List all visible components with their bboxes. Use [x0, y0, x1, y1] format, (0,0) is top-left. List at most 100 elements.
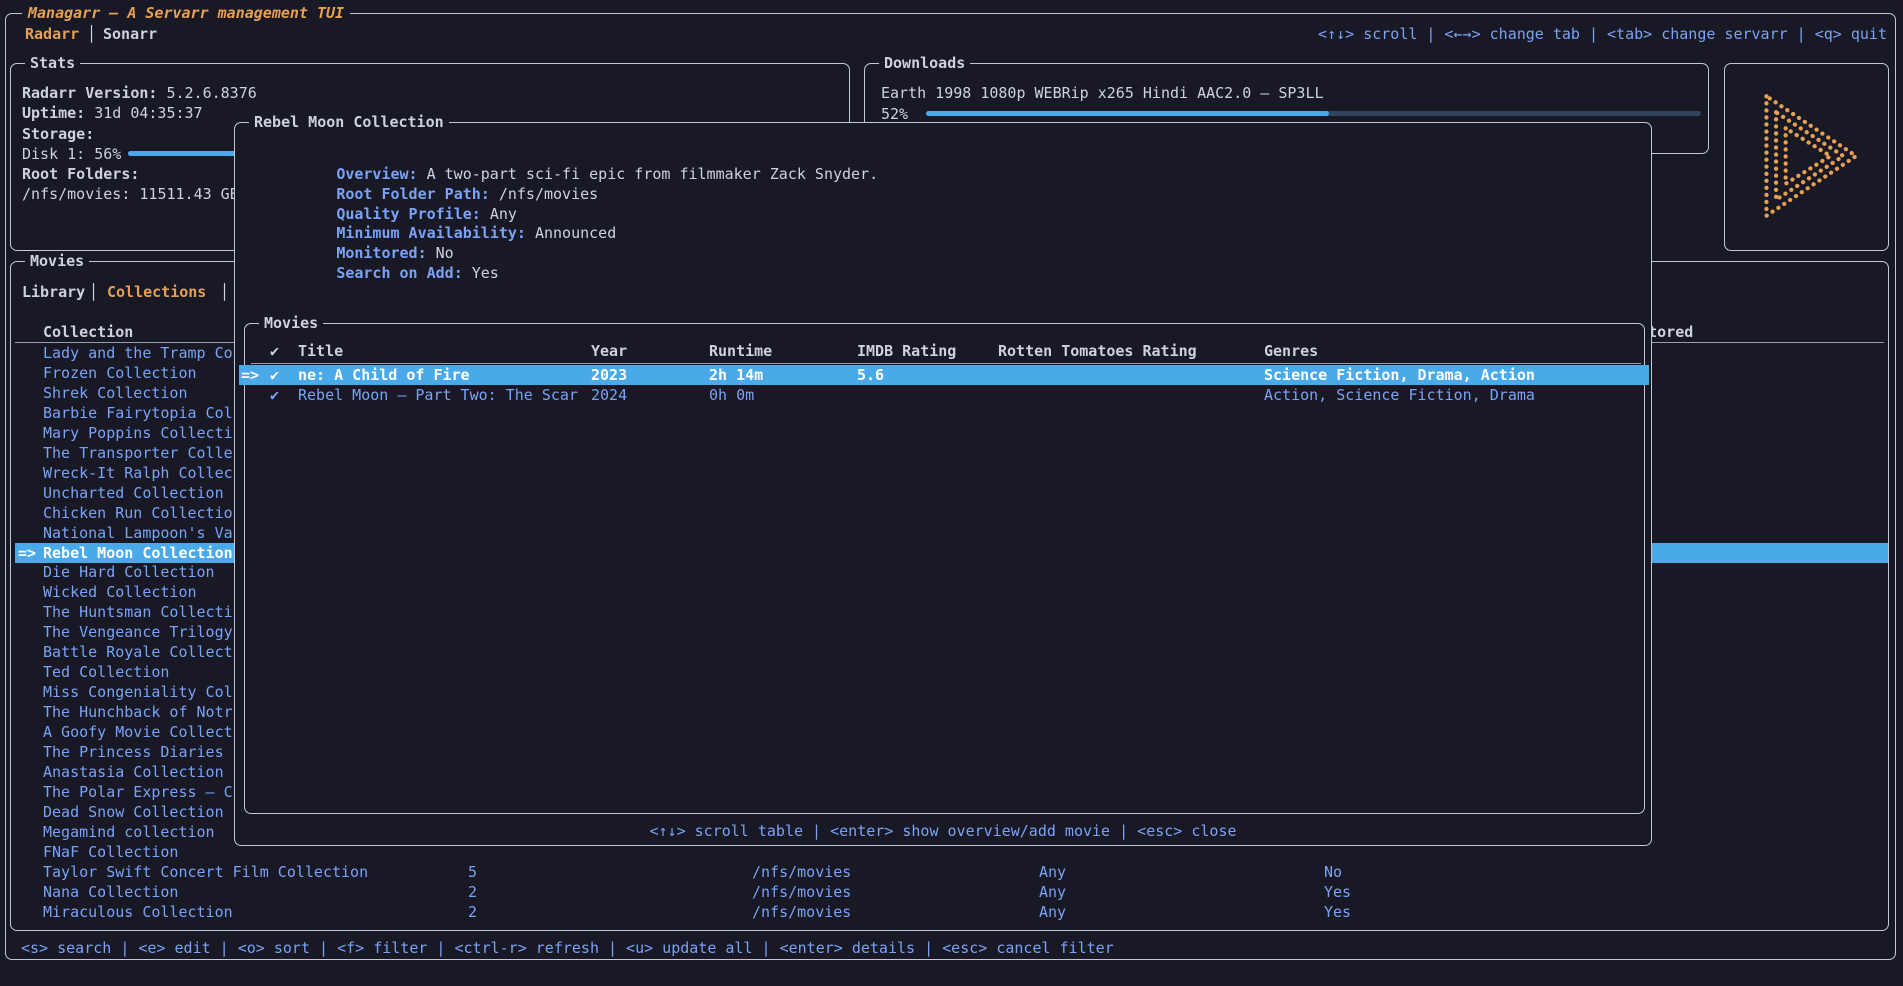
- movie-row[interactable]: => ✔ Rebel Moon – Part Two: The Scar 202…: [239, 385, 1649, 405]
- column-header-check: ✔: [270, 341, 279, 361]
- app-title: Managarr – A Servarr management TUI: [22, 3, 350, 23]
- download-progress-bar-fill: [926, 111, 1329, 116]
- collection-movie-count: 5: [468, 862, 477, 882]
- tab-separator: │: [89, 282, 98, 302]
- collection-name: Wicked Collection: [43, 582, 197, 602]
- download-progress-bar: [926, 111, 1701, 116]
- collection-quality-profile: Any: [1039, 882, 1066, 902]
- column-header-genres: Genres: [1264, 341, 1318, 361]
- collection-name: FNaF Collection: [43, 842, 178, 862]
- download-item-title: Earth 1998 1080p WEBRip x265 Hindi AAC2.…: [881, 83, 1324, 103]
- collection-row[interactable]: => Taylor Swift Concert Film Collection …: [15, 862, 1888, 882]
- header-divider: [251, 363, 1641, 364]
- stats-version-value: 5.2.6.8376: [166, 84, 256, 102]
- collection-name: Battle Royale Collect: [43, 642, 233, 662]
- collection-name: Die Hard Collection: [43, 562, 215, 582]
- collection-name: Frozen Collection: [43, 363, 197, 383]
- selected-row-indicator: =>: [241, 365, 259, 385]
- collection-name: Barbie Fairytopia Col: [43, 403, 233, 423]
- collection-name: Wreck-It Ralph Collec: [43, 463, 233, 483]
- movie-title: Rebel Moon – Part Two: The Scar: [298, 385, 578, 405]
- column-header-year: Year: [591, 341, 627, 361]
- movie-imdb-rating: 5.6: [857, 365, 884, 385]
- collection-search-on-add: Yes: [1324, 882, 1351, 902]
- collection-name: Nana Collection: [43, 882, 178, 902]
- column-header-runtime: Runtime: [709, 341, 772, 361]
- movie-year: 2024: [591, 385, 627, 405]
- tab-radarr[interactable]: Radarr: [25, 24, 79, 44]
- movie-year: 2023: [591, 365, 627, 385]
- movie-runtime: 2h 14m: [709, 365, 763, 385]
- collection-name: Chicken Run Collectio: [43, 503, 233, 523]
- column-header-collection: Collection: [43, 322, 133, 342]
- movies-panel-title: Movies: [25, 251, 89, 271]
- stats-uptime-line: Uptime: 31d 04:35:37: [22, 103, 203, 123]
- column-header-imdb: IMDB Rating: [857, 341, 956, 361]
- movie-runtime: 0h 0m: [709, 385, 754, 405]
- managarr-play-logo-icon: [1743, 81, 1871, 231]
- tab-library[interactable]: Library: [22, 282, 85, 302]
- app-root: Managarr – A Servarr management TUI <↑↓>…: [0, 0, 1903, 986]
- stats-storage-label: Storage:: [22, 124, 94, 144]
- stats-version-label: Radarr Version:: [22, 84, 157, 102]
- tab-separator: │: [220, 282, 229, 302]
- collection-name: The Princess Diaries: [43, 742, 224, 762]
- movie-row[interactable]: => ✔ ne: A Child of Fire 2023 2h 14m 5.6…: [239, 365, 1649, 385]
- collection-name: The Transporter Colle: [43, 443, 233, 463]
- collection-root-folder: /nfs/movies: [752, 902, 851, 922]
- collection-name: Miraculous Collection: [43, 902, 233, 922]
- collection-name: The Vengeance Trilogy: [43, 622, 233, 642]
- collection-quality-profile: Any: [1039, 862, 1066, 882]
- collection-name: Shrek Collection: [43, 383, 188, 403]
- collection-name: The Hunchback of Notr: [43, 702, 233, 722]
- movie-check-icon: ✔: [270, 365, 279, 385]
- root-folder-value: /nfs/movies: 11511.43 GB: [22, 184, 239, 204]
- tab-sonarr[interactable]: Sonarr: [103, 24, 157, 44]
- collection-name: Mary Poppins Collecti: [43, 423, 233, 443]
- selected-row-indicator: =>: [18, 543, 36, 563]
- popup-field: Search on Add: Yes: [246, 243, 499, 303]
- collection-root-folder: /nfs/movies: [752, 882, 851, 902]
- collection-name: National Lampoon's Va: [43, 523, 233, 543]
- collection-search-on-add: No: [1324, 862, 1342, 882]
- movie-genres: Science Fiction, Drama, Action: [1264, 365, 1535, 385]
- collection-name: The Huntsman Collecti: [43, 602, 233, 622]
- collection-row[interactable]: => Nana Collection 2 /nfs/movies Any Yes: [15, 882, 1888, 902]
- collection-name: Uncharted Collection: [43, 483, 224, 503]
- stats-uptime-value: 31d 04:35:37: [94, 104, 202, 122]
- column-header-title: Title: [298, 341, 343, 361]
- collection-name: Lady and the Tramp Co: [43, 343, 233, 363]
- popup-title: Rebel Moon Collection: [249, 112, 449, 132]
- popup-keybinds: <↑↓> scroll table | <enter> show overvie…: [235, 821, 1651, 841]
- collection-quality-profile: Any: [1039, 902, 1066, 922]
- movie-check-icon: ✔: [270, 385, 279, 405]
- collection-name: Anastasia Collection: [43, 762, 224, 782]
- column-header-rotten-tomatoes: Rotten Tomatoes Rating: [998, 341, 1197, 361]
- collection-name: The Polar Express – C: [43, 782, 233, 802]
- collection-row[interactable]: => Miraculous Collection 2 /nfs/movies A…: [15, 902, 1888, 922]
- logo-panel: [1724, 63, 1889, 251]
- collection-name: Miss Congeniality Col: [43, 682, 233, 702]
- collection-details-popup: Rebel Moon Collection Overview:A two-par…: [234, 122, 1652, 846]
- movie-genres: Action, Science Fiction, Drama: [1264, 385, 1535, 405]
- stats-version-line: Radarr Version: 5.2.6.8376: [22, 83, 257, 103]
- popup-movies-box-title: Movies: [259, 313, 323, 333]
- collection-movie-count: 2: [468, 902, 477, 922]
- collection-name: Dead Snow Collection: [43, 802, 224, 822]
- tab-collections[interactable]: Collections: [107, 282, 206, 302]
- root-folders-label: Root Folders:: [22, 164, 139, 184]
- collection-name: Taylor Swift Concert Film Collection: [43, 862, 368, 882]
- popup-field-label: Search on Add:: [336, 264, 462, 282]
- movie-title: ne: A Child of Fire: [298, 365, 470, 385]
- stats-uptime-label: Uptime:: [22, 104, 85, 122]
- collection-name: Rebel Moon Collection: [43, 543, 233, 563]
- tab-separator: │: [87, 24, 96, 44]
- stats-panel-title: Stats: [25, 53, 80, 73]
- global-keybinds: <↑↓> scroll | <←→> change tab | <tab> ch…: [1318, 24, 1887, 44]
- collection-movie-count: 2: [468, 882, 477, 902]
- download-percent-label: 52%: [881, 104, 908, 124]
- disk-usage-label: Disk 1: 56%: [22, 144, 121, 164]
- collection-name: Ted Collection: [43, 662, 169, 682]
- popup-field-value: Yes: [472, 264, 499, 282]
- downloads-panel-title: Downloads: [879, 53, 970, 73]
